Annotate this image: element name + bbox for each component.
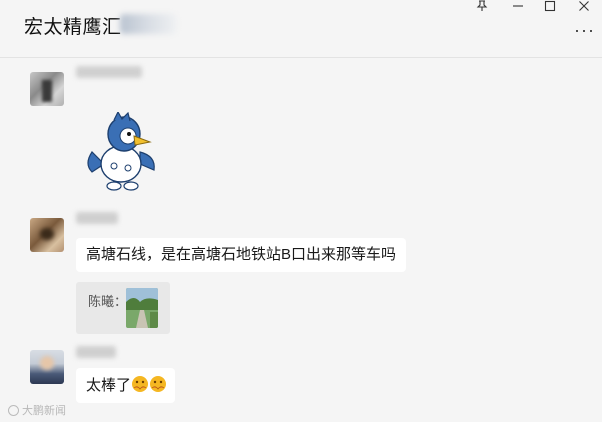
chat-header: 宏太精鹰汇 ···	[0, 0, 602, 58]
sender-name-blur	[76, 66, 142, 78]
message-text: 太棒了	[86, 377, 132, 394]
chat-title: 宏太精鹰汇	[24, 17, 122, 38]
avatar[interactable]	[30, 218, 64, 252]
quoted-message[interactable]: 陈曦：	[76, 282, 170, 334]
watermark-text: 大鹏新闻	[22, 405, 66, 417]
avatar[interactable]	[30, 350, 64, 384]
maximize-icon[interactable]	[540, 0, 560, 14]
sender-name-blur	[76, 212, 118, 224]
watermark: 大鹏新闻	[8, 402, 66, 418]
sender-name-blur	[76, 346, 116, 358]
blue-bird-sticker[interactable]	[84, 110, 164, 194]
message-bubble[interactable]: 高塘石线，是在高塘石地铁站B口出来那等车吗	[76, 238, 407, 272]
heart-hands-emoji-icon	[149, 375, 167, 393]
more-icon[interactable]: ···	[574, 21, 595, 39]
message-bubble[interactable]: 太棒了	[76, 368, 176, 403]
heart-hands-emoji-icon	[131, 375, 149, 393]
quoted-photo-thumbnail[interactable]	[126, 288, 158, 328]
title-blur	[120, 14, 176, 34]
quote-author: 陈曦：	[88, 294, 128, 309]
minimize-icon[interactable]	[508, 0, 528, 14]
avatar[interactable]	[30, 72, 64, 106]
watermark-logo-icon	[8, 405, 19, 416]
close-icon[interactable]	[574, 0, 594, 14]
pin-icon[interactable]	[472, 0, 492, 14]
